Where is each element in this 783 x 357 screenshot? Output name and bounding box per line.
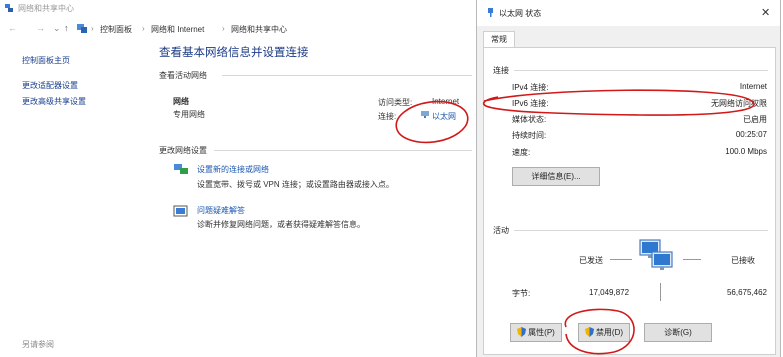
bytes-label: 字节:: [512, 289, 531, 298]
network-name: 网络: [173, 97, 189, 106]
sidebar-item-advanced-sharing[interactable]: 更改高级共享设置: [22, 96, 86, 107]
network-center-icon: [5, 4, 13, 12]
recent-dropdown-icon[interactable]: ⌄: [53, 23, 61, 34]
disable-label: 禁用(D): [595, 328, 624, 337]
ethernet-icon: [488, 8, 493, 17]
ethernet-connection-link[interactable]: 以太网: [432, 111, 456, 122]
see-also-label: 另请参阅: [22, 340, 54, 349]
speed-label: 速度:: [512, 148, 531, 157]
troubleshoot-desc: 诊断并修复网络问题，或者获得疑难解答信息。: [197, 220, 365, 229]
setup-new-connection-link[interactable]: 设置新的连接或网络: [197, 164, 269, 175]
bytes-divider: [660, 283, 661, 301]
ipv4-value: Internet: [739, 82, 767, 91]
properties-label: 属性(P): [528, 328, 555, 337]
sidebar-item-control-panel-home[interactable]: 控制面板主页: [22, 55, 70, 66]
disable-button[interactable]: 禁用(D): [578, 323, 630, 342]
control-panel-icon: [77, 24, 87, 33]
duration-value: 00:25:07: [735, 130, 767, 139]
network-activity-icon: [639, 239, 673, 270]
ipv6-value: 无网络访问权限: [711, 99, 767, 108]
dialog-title: 以太网 状态: [499, 9, 542, 18]
active-networks-title: 查看活动网络: [159, 71, 207, 80]
network-type: 专用网络: [173, 110, 205, 119]
back-arrow-icon[interactable]: ←: [8, 23, 17, 33]
change-settings-title: 更改网络设置: [159, 146, 207, 155]
connection-group-label: 连接: [493, 66, 509, 75]
up-arrow-icon[interactable]: ↑: [64, 23, 69, 33]
setup-new-connection-desc: 设置宽带、拨号或 VPN 连接；或设置路由器或接入点。: [197, 180, 394, 189]
sent-line: [610, 259, 632, 260]
ipv6-label: IPv6 连接:: [512, 99, 549, 108]
media-state-label: 媒体状态:: [512, 115, 547, 124]
group-divider: [514, 230, 768, 231]
breadcrumb-network-center[interactable]: 网络和共享中心: [231, 24, 287, 35]
tab-general[interactable]: 常规: [483, 31, 515, 48]
troubleshoot-icon: [173, 205, 188, 217]
duration-label: 持续时间:: [512, 131, 547, 140]
section-divider: [214, 150, 472, 151]
breadcrumb-separator-icon: ›: [142, 24, 145, 33]
breadcrumb-network-internet[interactable]: 网络和 Internet: [151, 24, 204, 35]
breadcrumb-separator-icon: ›: [222, 24, 225, 33]
forward-arrow-icon[interactable]: →: [36, 23, 45, 33]
speed-value: 100.0 Mbps: [725, 147, 767, 156]
sidebar-item-change-adapter[interactable]: 更改适配器设置: [22, 80, 78, 91]
troubleshoot-link[interactable]: 问题疑难解答: [197, 205, 245, 216]
diagnose-button[interactable]: 诊断(G): [644, 323, 712, 342]
tab-panel: 连接 IPv4 连接: Internet IPv6 连接: 无网络访问权限 媒体…: [483, 47, 776, 355]
shield-icon: [517, 327, 527, 337]
breadcrumb-separator-icon: ›: [91, 24, 94, 33]
sent-label: 已发送: [579, 256, 603, 265]
bytes-sent-value: 17,049,872: [589, 288, 630, 297]
access-type-label: 访问类型:: [378, 98, 413, 107]
ipv4-label: IPv4 连接:: [512, 83, 549, 92]
media-state-value: 已启用: [743, 115, 767, 124]
ethernet-icon: [421, 111, 429, 118]
shield-icon: [584, 327, 594, 337]
connections-label: 连接:: [378, 112, 397, 121]
bytes-received-value: 56,675,462: [726, 288, 767, 297]
close-icon[interactable]: ✕: [761, 6, 770, 19]
received-line: [683, 259, 701, 260]
details-button[interactable]: 详细信息(E)...: [512, 167, 600, 186]
section-divider: [222, 75, 472, 76]
new-connection-icon: [174, 164, 188, 174]
page-title: 查看基本网络信息并设置连接: [159, 47, 309, 59]
activity-group-label: 活动: [493, 226, 509, 235]
received-label: 已接收: [731, 256, 755, 265]
properties-button[interactable]: 属性(P): [510, 323, 562, 342]
breadcrumb-control-panel[interactable]: 控制面板: [100, 24, 132, 35]
window-title: 网络和共享中心: [18, 4, 74, 13]
access-type-value: Internet: [432, 97, 460, 106]
ethernet-status-dialog: 以太网 状态 ✕ 常规 连接 IPv4 连接: Internet IPv6 连接…: [476, 0, 781, 357]
group-divider: [514, 70, 768, 71]
